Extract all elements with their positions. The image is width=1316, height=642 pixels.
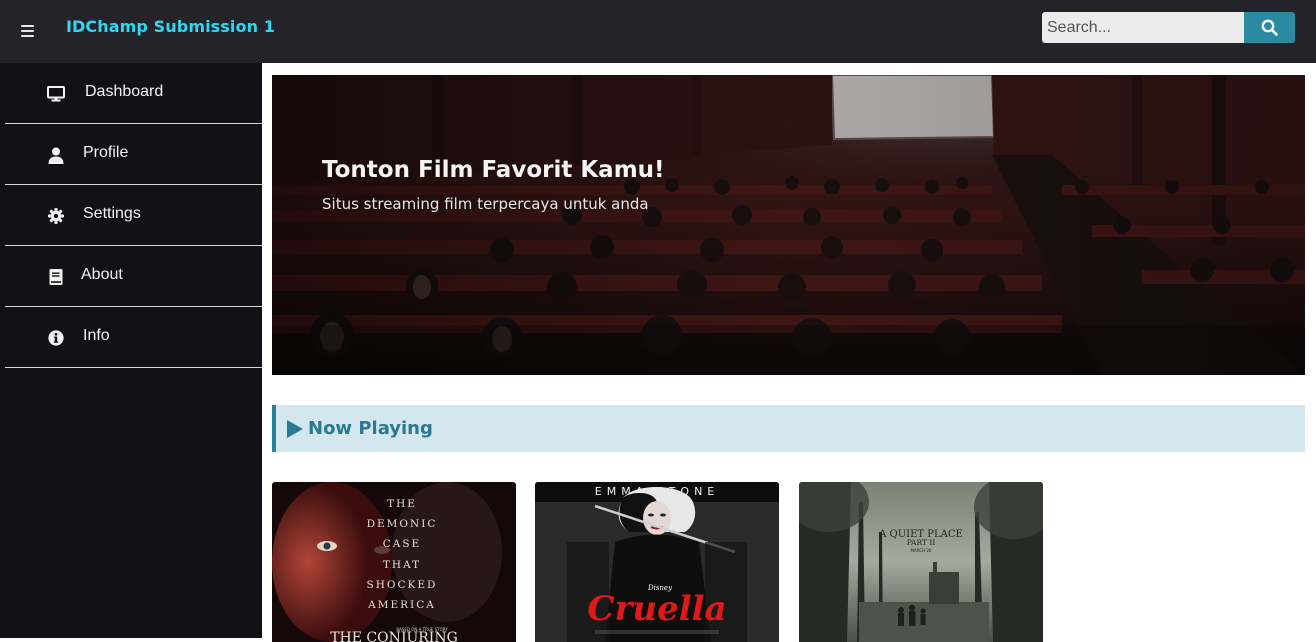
play-icon (287, 419, 303, 438)
poster-text: SHOCKED (367, 579, 438, 591)
hero-banner: Tonton Film Favorit Kamu! Situs streamin… (272, 75, 1305, 375)
sidebar-item-label: Dashboard (85, 83, 164, 100)
search-button[interactable] (1244, 12, 1295, 43)
poster-date: MARCH 20 (911, 548, 932, 553)
sidebar-item-settings[interactable]: Settings (5, 185, 262, 246)
book-icon (47, 268, 65, 286)
poster-subtitle: PART II (907, 538, 936, 547)
info-icon (47, 329, 65, 347)
gear-icon (47, 207, 65, 225)
search-input[interactable] (1042, 12, 1244, 43)
poster-title: THE CONJURING (330, 630, 458, 642)
sidebar-item-info[interactable]: Info (5, 307, 262, 368)
hero-subtitle: Situs streaming film terpercaya untuk an… (322, 195, 649, 213)
movie-poster-cruella[interactable]: EMMA STONE Disney Cruella (535, 482, 779, 642)
hamburger-menu-icon[interactable] (17, 19, 41, 43)
cinema-hall-image (272, 75, 1305, 375)
user-icon (47, 146, 65, 164)
search-icon (1261, 19, 1278, 36)
poster-text: THE (387, 498, 417, 510)
monitor-icon (47, 85, 65, 103)
sidebar-item-about[interactable]: About (5, 246, 262, 307)
sidebar-item-profile[interactable]: Profile (5, 124, 262, 185)
now-playing-header: Now Playing (272, 405, 1305, 452)
sidebar-item-dashboard[interactable]: Dashboard (5, 63, 262, 124)
sidebar-item-label: Profile (83, 144, 129, 161)
search-form (1042, 12, 1295, 43)
poster-text: DEMONIC (367, 518, 438, 530)
brand-title[interactable]: IDChamp Submission 1 (66, 17, 275, 36)
movie-poster-conjuring[interactable]: THE DEMONIC CASE THAT SHOCKED AMERICA BA… (272, 482, 516, 642)
poster-text: CASE (383, 538, 421, 550)
sidebar-item-label: About (81, 266, 123, 283)
top-navbar: IDChamp Submission 1 (0, 0, 1316, 63)
hero-title: Tonton Film Favorit Kamu! (322, 157, 665, 183)
movie-poster-quiet-place[interactable]: A QUIET PLACE PART II MARCH 20 (799, 482, 1043, 642)
sidebar-item-label: Info (83, 327, 110, 344)
sidebar: Dashboard Profile Settings About Info (0, 63, 262, 638)
poster-title: Cruella (587, 589, 726, 629)
section-title: Now Playing (308, 418, 433, 439)
sidebar-item-label: Settings (83, 205, 141, 222)
poster-text: AMERICA (367, 599, 436, 611)
poster-text: THAT (383, 559, 421, 571)
